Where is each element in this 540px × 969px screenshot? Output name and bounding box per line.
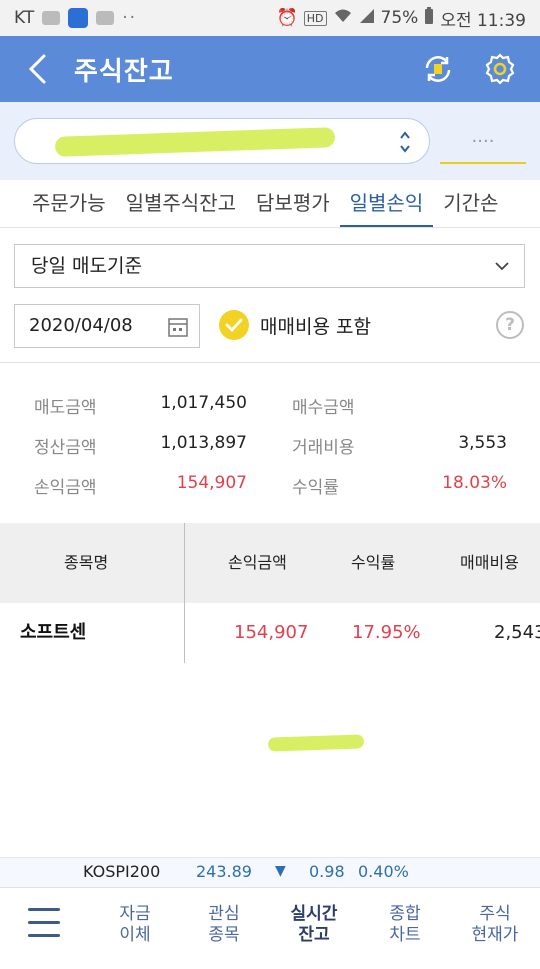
pnl-amount-label: 손익금액 xyxy=(34,478,97,498)
account-select[interactable] xyxy=(14,118,430,164)
nav-label: 종목 xyxy=(208,925,240,945)
app-header: 주식잔고 xyxy=(0,36,540,102)
column-header-rate: 수익률 xyxy=(351,553,396,572)
page-title: 주식잔고 xyxy=(74,56,174,87)
tab-daily-stock-balance[interactable]: 일별주식잔고 xyxy=(116,180,246,227)
table-row[interactable]: 소프트센 154,907 17.95% 2,543 xyxy=(0,603,540,663)
settlement-amount-label: 정산금액 xyxy=(34,438,97,458)
more-notifications-icon: ·· xyxy=(122,8,138,28)
tab-bar: 주문가능 일별주식잔고 담보평가 일별손익 기간손 xyxy=(0,180,540,228)
signal-icon xyxy=(359,8,375,29)
carrier-label: KT xyxy=(14,8,35,28)
summary-row: 정산금액 1,013,897 거래비용 3,553 xyxy=(0,425,540,465)
bottom-nav: 자금 이체 관심 종목 실시간 잔고 종합 차트 주식 현재가 xyxy=(0,887,540,969)
trade-cost-label: 거래비용 xyxy=(292,438,355,458)
message-icon xyxy=(96,11,115,25)
masked-account-number xyxy=(54,127,336,157)
nav-current-price[interactable]: 주식 현재가 xyxy=(455,904,535,946)
refresh-icon xyxy=(425,56,451,82)
table-header: 종목명 손익금액 수익률 매매비용 xyxy=(0,523,540,603)
nav-chart[interactable]: 종합 차트 xyxy=(365,904,445,946)
nav-label: 차트 xyxy=(389,925,421,945)
chevron-left-icon xyxy=(28,54,46,84)
index-ticker[interactable]: KOSPI200 243.89 ▼ 0.98 0.40% xyxy=(0,857,540,887)
include-fees-label[interactable]: 매매비용 포함 xyxy=(260,312,371,339)
stock-rate: 17.95% xyxy=(352,622,421,643)
sell-amount-value: 1,017,450 xyxy=(160,393,247,413)
hamburger-icon-line xyxy=(28,921,60,924)
account-row: ···· xyxy=(0,102,540,180)
basis-select[interactable]: 당일 매도기준 xyxy=(14,244,525,288)
status-bar: KT ·· ⏰ HD 75% 오전 11:39 xyxy=(0,0,540,36)
date-value: 2020/04/08 xyxy=(29,315,133,336)
index-value: 243.89 xyxy=(196,862,252,881)
calendar-icon[interactable] xyxy=(167,316,189,338)
table-body-empty xyxy=(0,663,540,857)
nav-label: 현재가 xyxy=(471,925,519,945)
battery-icon xyxy=(424,6,434,30)
nav-label: 이체 xyxy=(119,925,151,945)
include-fees-checkbox[interactable] xyxy=(219,310,249,340)
alarm-icon: ⏰ xyxy=(276,8,298,28)
index-name: KOSPI200 xyxy=(83,862,161,881)
stock-pnl: 154,907 xyxy=(234,622,309,643)
tab-collateral[interactable]: 담보평가 xyxy=(246,180,340,227)
summary-row: 매도금액 1,017,450 매수금액 xyxy=(0,385,540,425)
summary-row: 손익금액 154,907 수익률 18.03% xyxy=(0,465,540,505)
index-change-percent: 0.40% xyxy=(358,862,409,881)
nav-watchlist[interactable]: 관심 종목 xyxy=(184,904,264,946)
pnl-summary: 매도금액 1,017,450 매수금액 정산금액 1,013,897 거래비용 … xyxy=(0,385,540,505)
app-notification-icon xyxy=(68,8,89,28)
column-header-pnl: 손익금액 xyxy=(228,553,287,572)
nav-realtime-balance[interactable]: 실시간 잔고 xyxy=(274,904,354,946)
sell-amount-label: 매도금액 xyxy=(34,398,97,418)
down-arrow-icon: ▼ xyxy=(275,863,286,879)
basis-value: 당일 매도기준 xyxy=(31,255,142,277)
return-rate-label: 수익률 xyxy=(292,478,339,498)
password-field[interactable]: ···· xyxy=(440,124,526,164)
gear-icon xyxy=(485,53,515,85)
clock: 오전 11:39 xyxy=(440,10,526,31)
nav-label: 관심 xyxy=(208,904,240,924)
nav-label: 잔고 xyxy=(298,925,330,945)
pnl-amount-value: 154,907 xyxy=(176,473,247,493)
check-icon xyxy=(225,318,243,332)
menu-button[interactable] xyxy=(28,908,60,942)
settlement-amount-value: 1,013,897 xyxy=(160,433,247,453)
talk-icon xyxy=(42,11,61,25)
column-header-name: 종목명 xyxy=(64,553,109,572)
nav-label: 주식 xyxy=(479,904,511,924)
stock-fee: 2,543 xyxy=(494,622,540,643)
updown-chevron-icon xyxy=(400,131,410,153)
wifi-icon xyxy=(333,8,353,29)
battery-percent: 75% xyxy=(380,8,419,28)
hamburger-icon xyxy=(28,908,60,911)
tab-period-pnl[interactable]: 기간손 xyxy=(433,180,508,227)
chevron-down-icon xyxy=(495,262,509,271)
hamburger-icon-line xyxy=(28,934,60,937)
tab-orderable[interactable]: 주문가능 xyxy=(0,180,116,227)
back-button[interactable] xyxy=(0,36,74,102)
date-input[interactable]: 2020/04/08 xyxy=(14,304,200,348)
trade-cost-value: 3,553 xyxy=(458,433,507,453)
column-header-fee: 매매비용 xyxy=(460,553,519,572)
return-rate-value: 18.03% xyxy=(442,473,507,493)
settings-button[interactable] xyxy=(480,49,520,89)
tab-daily-pnl[interactable]: 일별손익 xyxy=(339,180,434,227)
hd-icon: HD xyxy=(303,10,327,26)
nav-label: 실시간 xyxy=(290,904,338,924)
stock-name: 소프트센 xyxy=(20,622,87,643)
index-change: 0.98 xyxy=(309,862,345,881)
help-icon[interactable]: ? xyxy=(496,311,524,339)
nav-label: 자금 xyxy=(119,904,151,924)
divider xyxy=(0,362,540,363)
nav-label: 종합 xyxy=(389,904,421,924)
buy-amount-label: 매수금액 xyxy=(292,398,355,418)
refresh-button[interactable] xyxy=(418,49,458,89)
nav-transfer[interactable]: 자금 이체 xyxy=(95,904,175,946)
